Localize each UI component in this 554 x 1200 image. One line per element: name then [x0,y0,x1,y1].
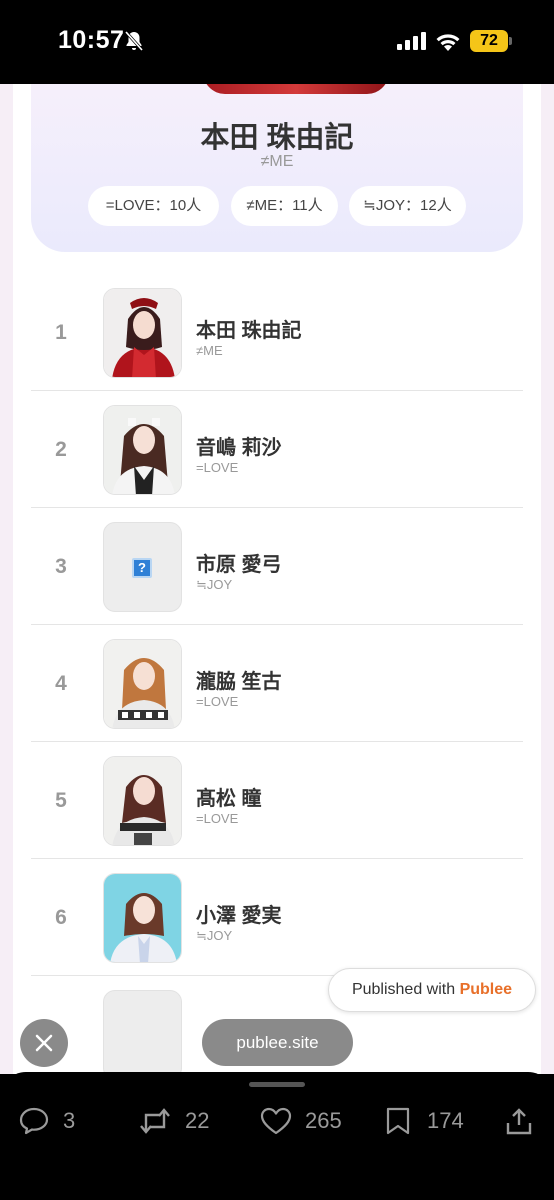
member-photo-placeholder: ? [103,522,182,612]
member-name: 音嶋 莉沙 [196,437,282,459]
group-count-chip-me: ≠ME：11人 [231,186,338,226]
page-content[interactable]: 本田 珠由記 ≠ME =LOVE：10人 ≠ME：11人 ≒JOY：12人 1 … [13,84,541,1074]
published-with-badge[interactable]: Published with Publee [328,968,536,1012]
signal-icon [397,32,426,50]
battery-icon: 72 [470,30,508,52]
heart-icon [260,1107,292,1135]
status-bar: 10:57 72 [0,0,554,84]
member-group: ≒JOY [196,928,233,943]
member-name: 本田 珠由記 [196,320,302,342]
wifi-icon [436,34,460,51]
ranking-row[interactable]: 5 髙松 瞳 =LOVE [31,742,523,859]
rank-number: 1 [55,321,67,344]
rank-number: 2 [55,438,67,461]
repost-icon [140,1108,170,1134]
rank-number: 4 [55,672,67,695]
rank-number: 5 [55,789,67,812]
member-name: 髙松 瞳 [196,788,262,810]
profile-card: 本田 珠由記 ≠ME =LOVE：10人 ≠ME：11人 ≒JOY：12人 [31,84,523,252]
ranking-row[interactable]: 6 小澤 愛実 ≒JOY [31,859,523,976]
member-photo [103,756,182,846]
member-group: =LOVE [196,811,239,826]
like-button[interactable]: 265 [260,1104,360,1138]
rank-number: 6 [55,906,67,929]
share-button[interactable] [506,1104,534,1138]
site-link-pill[interactable]: publee.site [202,1019,353,1066]
member-photo-placeholder [103,990,182,1074]
bell-slash-icon [124,31,144,51]
member-name: 瀧脇 笙古 [196,671,282,693]
like-count: 265 [305,1108,342,1133]
drag-handle[interactable] [249,1082,305,1087]
repost-button[interactable]: 22 [139,1104,229,1138]
bottom-action-bar: 3 22 265 174 [0,1072,554,1200]
battery-tip [509,37,512,45]
member-name: 市原 愛弓 [196,554,282,576]
question-icon: ? [132,558,152,578]
share-icon [506,1108,532,1135]
member-photo [103,288,182,378]
close-icon [35,1034,53,1052]
ranking-row[interactable]: 4 瀧脇 笙古 =LOVE [31,625,523,742]
profile-photo [203,84,389,94]
group-count-chip-love: =LOVE：10人 [88,186,219,226]
ranking-row[interactable]: 3 ? 市原 愛弓 ≒JOY [31,508,523,625]
publee-brand: Publee [459,981,513,998]
group-count-chip-joy: ≒JOY：12人 [349,186,466,226]
ranking-row[interactable]: 1 本田 珠由記 ≠ME [31,274,523,391]
status-time: 10:57 [58,26,125,54]
reply-button[interactable]: 3 [19,1104,89,1138]
close-button[interactable] [20,1019,68,1067]
member-photo [103,639,182,729]
published-prefix: Published with [351,981,460,998]
reply-count: 3 [63,1108,76,1133]
profile-name: 本田 珠由記 [200,122,354,154]
member-photo [103,405,182,495]
bookmark-button[interactable]: 174 [385,1104,475,1138]
member-photo [103,873,182,963]
reply-icon [19,1107,49,1135]
member-group: ≠ME [196,343,223,358]
member-group: =LOVE [196,694,239,709]
member-name: 小澤 愛実 [196,905,282,927]
member-group: ≒JOY [196,577,233,592]
bookmark-count: 174 [427,1108,464,1133]
repost-count: 22 [185,1108,210,1133]
member-group: =LOVE [196,460,239,475]
rank-number: 3 [55,555,67,578]
profile-group: ≠ME [260,153,294,170]
ranking-row[interactable]: 2 音嶋 莉沙 =LOVE [31,391,523,508]
bookmark-icon [386,1107,410,1135]
